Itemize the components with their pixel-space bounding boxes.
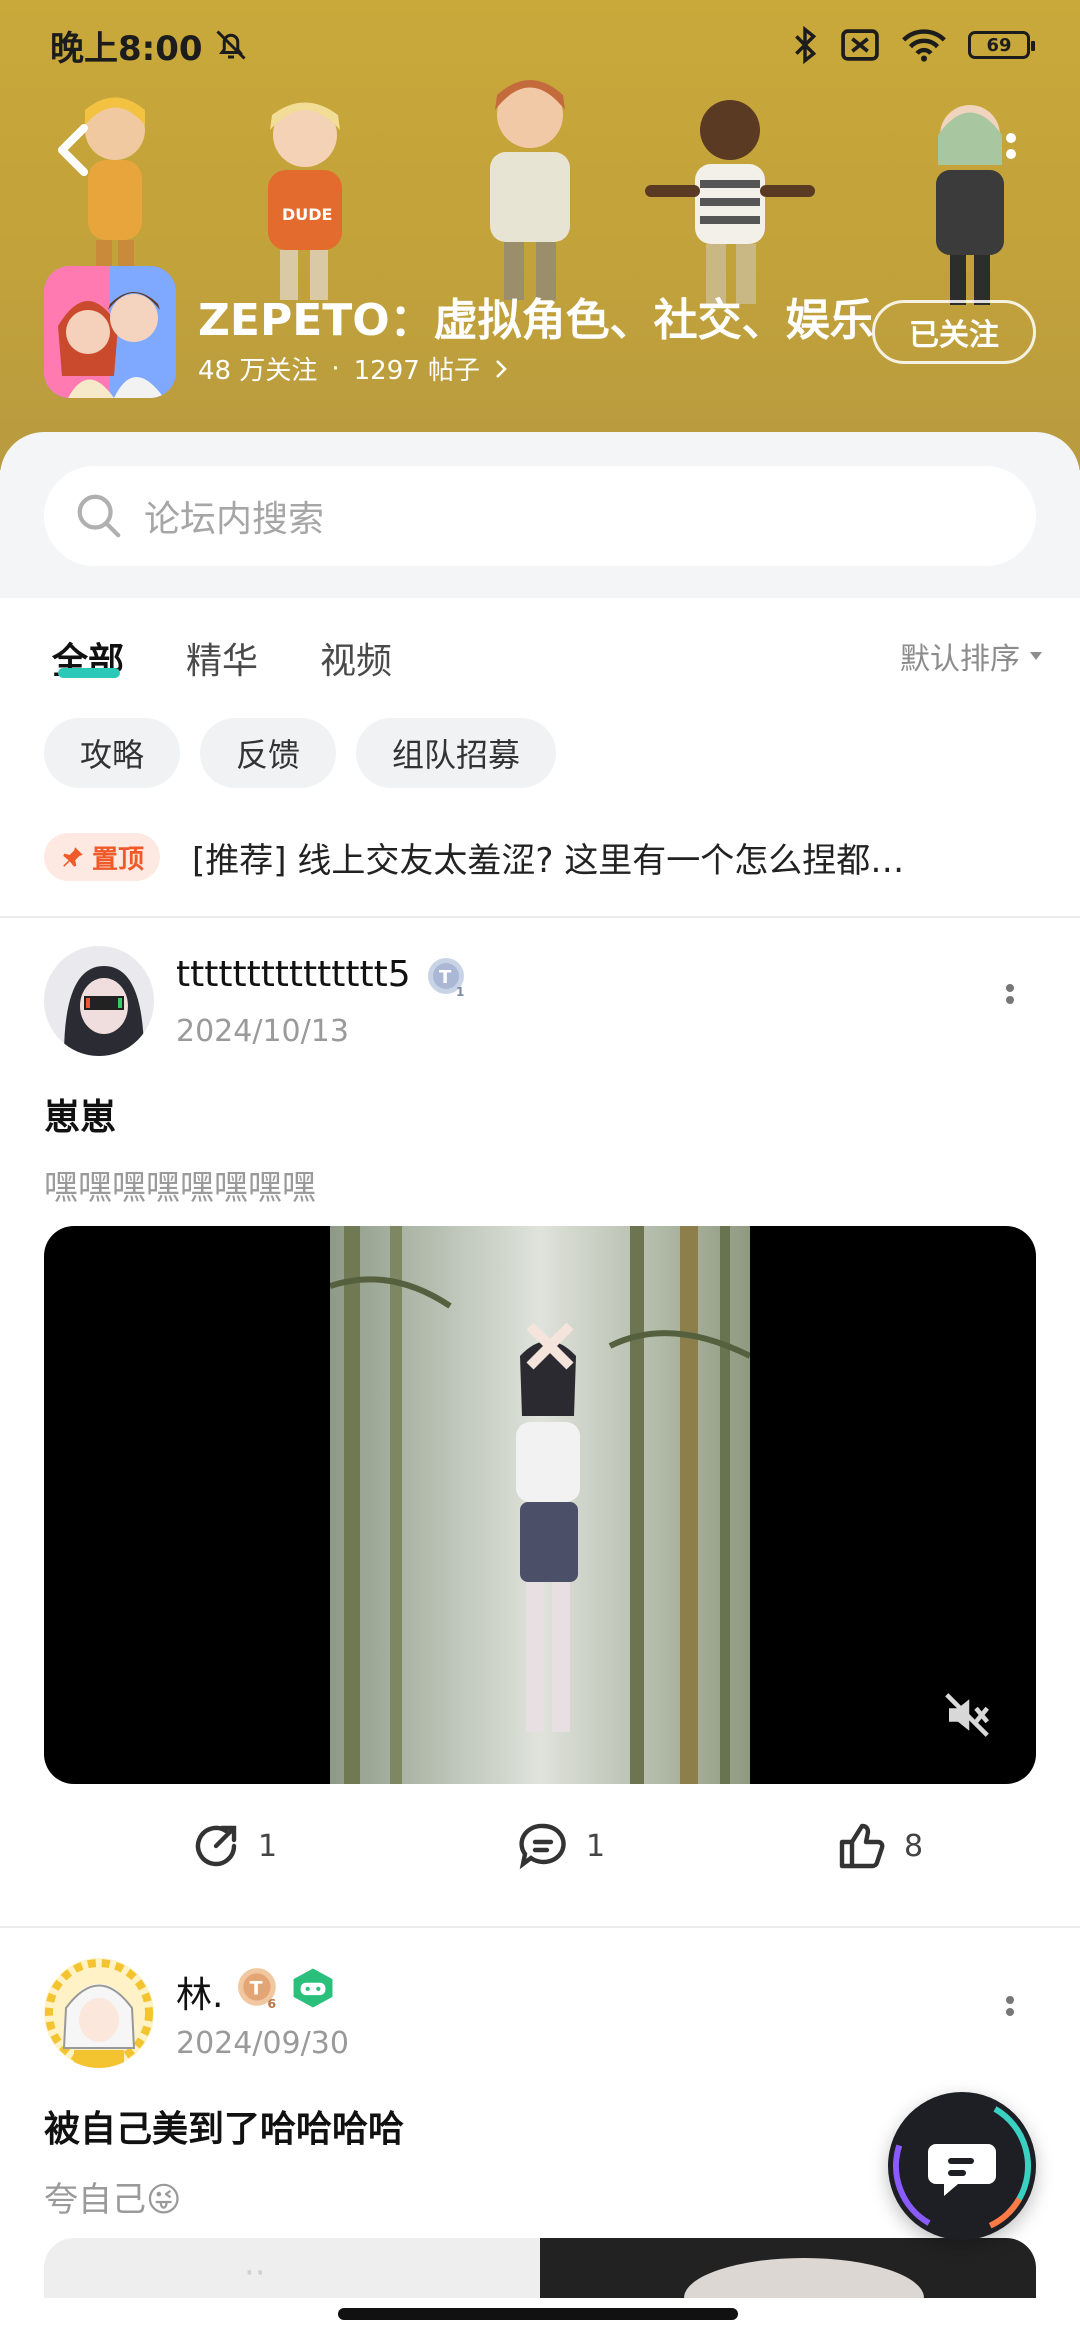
search-input[interactable]: 论坛内搜索 xyxy=(44,466,1036,566)
post-username[interactable]: ttttttttttttttt5 xyxy=(176,954,411,995)
status-time-text: 晚上8:00 xyxy=(50,28,203,69)
volume-mute-icon[interactable] xyxy=(940,1688,994,1742)
back-icon[interactable] xyxy=(48,120,98,180)
post-title[interactable]: 被自己美到了哈哈哈哈 xyxy=(44,2100,404,2152)
battery-level: 69 xyxy=(986,34,1012,56)
pin-badge: 置顶 xyxy=(44,833,161,881)
post-date: 2024/10/13 xyxy=(176,1014,349,1049)
post-username[interactable]: 林. xyxy=(176,1966,223,2018)
followers-count: 48 万关注 xyxy=(198,356,318,386)
forum-title: ZEPETO：虚拟角色、社交、娱乐 xyxy=(198,295,874,346)
video-player[interactable] xyxy=(44,1226,1036,1784)
app-icon xyxy=(44,266,176,398)
status-icons: 69 xyxy=(792,26,1035,64)
bluetooth-icon xyxy=(795,26,817,64)
status-time: 晚上8:00 xyxy=(50,21,249,70)
share-count: 1 xyxy=(258,1828,278,1864)
post-actions: 1 1 8 xyxy=(0,1820,1080,1890)
share-icon xyxy=(195,1825,237,1867)
pinned-post[interactable]: 置顶 [推荐] 线上交友太羞涩? 这里有一个怎么捏都… xyxy=(44,828,1044,886)
svg-text:DUDE: DUDE xyxy=(282,205,332,224)
battery-indicator: 69 xyxy=(968,31,1035,59)
forum-stats[interactable]: 48 万关注 · 1297 帖子 xyxy=(198,350,508,387)
tab-video[interactable]: 视频 xyxy=(320,632,392,684)
stats-separator: · xyxy=(331,353,340,384)
avatar-image xyxy=(44,1958,154,2068)
forum-header: DUDE 晚上8:00 69 ZEPETO：虚拟角色、社交、娱乐 48 万关注 … xyxy=(0,0,1080,470)
pin-icon xyxy=(63,847,83,867)
level-number: 1 xyxy=(456,985,464,998)
svg-text:T: T xyxy=(439,967,452,988)
character-figure-2: DUDE xyxy=(268,102,342,300)
thumbs-up-icon xyxy=(839,1823,885,1869)
chevron-right-icon xyxy=(496,359,507,378)
character-figure-5 xyxy=(936,105,1004,305)
chip-feedback[interactable]: 反馈 xyxy=(200,718,337,788)
post-body[interactable]: 夸自己😜 xyxy=(44,2172,181,2221)
post-body[interactable]: 嘿嘿嘿嘿嘿嘿嘿嘿 xyxy=(44,1160,316,1209)
divider xyxy=(0,916,1080,918)
comment-button[interactable]: 1 xyxy=(516,1820,605,1872)
more-vertical-icon[interactable] xyxy=(1000,1992,1020,2032)
chip-guide[interactable]: 攻略 xyxy=(44,718,181,788)
more-vertical-icon[interactable] xyxy=(996,130,1026,174)
post-image-preview: ·· xyxy=(44,2238,1036,2298)
status-bar: 晚上8:00 69 xyxy=(0,0,1080,90)
tab-featured[interactable]: 精华 xyxy=(186,632,258,684)
tab-bar: 全部 精华 视频 默认排序 xyxy=(0,598,1080,708)
home-indicator[interactable] xyxy=(338,2308,738,2320)
avatar-image xyxy=(44,946,154,1056)
search-placeholder: 论坛内搜索 xyxy=(144,499,325,540)
post-date: 2024/09/30 xyxy=(176,2026,349,2061)
comment-count: 1 xyxy=(586,1828,606,1864)
share-button[interactable]: 1 xyxy=(190,1820,277,1872)
pin-badge-label: 置顶 xyxy=(92,844,145,875)
level-number: 6 xyxy=(267,1996,276,2010)
avatar[interactable] xyxy=(44,1958,154,2068)
comment-icon xyxy=(519,1823,566,1870)
tab-active-indicator xyxy=(58,668,120,678)
level-badge-icon: T 6 xyxy=(238,1968,276,2010)
caret-down-icon xyxy=(1030,652,1042,660)
chat-fab-button[interactable] xyxy=(888,2092,1036,2240)
svg-text:T: T xyxy=(250,1978,263,1999)
gamepad-badge-icon xyxy=(293,1968,333,2008)
pinned-post-title: [推荐] 线上交友太羞涩? 这里有一个怎么捏都… xyxy=(192,840,905,881)
sort-label: 默认排序 xyxy=(900,642,1020,677)
avatar[interactable] xyxy=(44,946,154,1056)
app-icon-art xyxy=(44,266,176,398)
no-sim-icon xyxy=(841,29,879,61)
search-panel: 论坛内搜索 xyxy=(0,432,1080,598)
character-figure-4 xyxy=(645,100,815,304)
chat-bubble-icon xyxy=(893,2097,1031,2235)
search-icon xyxy=(77,494,121,538)
character-figure-3 xyxy=(490,80,570,300)
like-count: 8 xyxy=(904,1828,924,1864)
like-button[interactable]: 8 xyxy=(836,1820,923,1872)
level-badge-icon: T 1 xyxy=(428,958,464,998)
sort-dropdown[interactable]: 默认排序 xyxy=(900,634,1044,678)
post-image[interactable]: ·· xyxy=(44,2238,1036,2298)
svg-text:··: ·· xyxy=(244,2253,266,2293)
follow-button[interactable]: 已关注 xyxy=(872,300,1036,364)
post-title[interactable]: 崽崽 xyxy=(44,1088,116,1140)
divider xyxy=(0,1926,1080,1928)
bell-off-icon xyxy=(216,30,246,60)
video-thumbnail xyxy=(330,1226,750,1784)
posts-count: 1297 帖子 xyxy=(353,356,481,386)
wifi-icon xyxy=(902,29,946,62)
chip-team-recruit[interactable]: 组队招募 xyxy=(356,718,557,788)
more-vertical-icon[interactable] xyxy=(1000,980,1020,1020)
category-chips: 攻略 反馈 组队招募 xyxy=(44,718,557,788)
